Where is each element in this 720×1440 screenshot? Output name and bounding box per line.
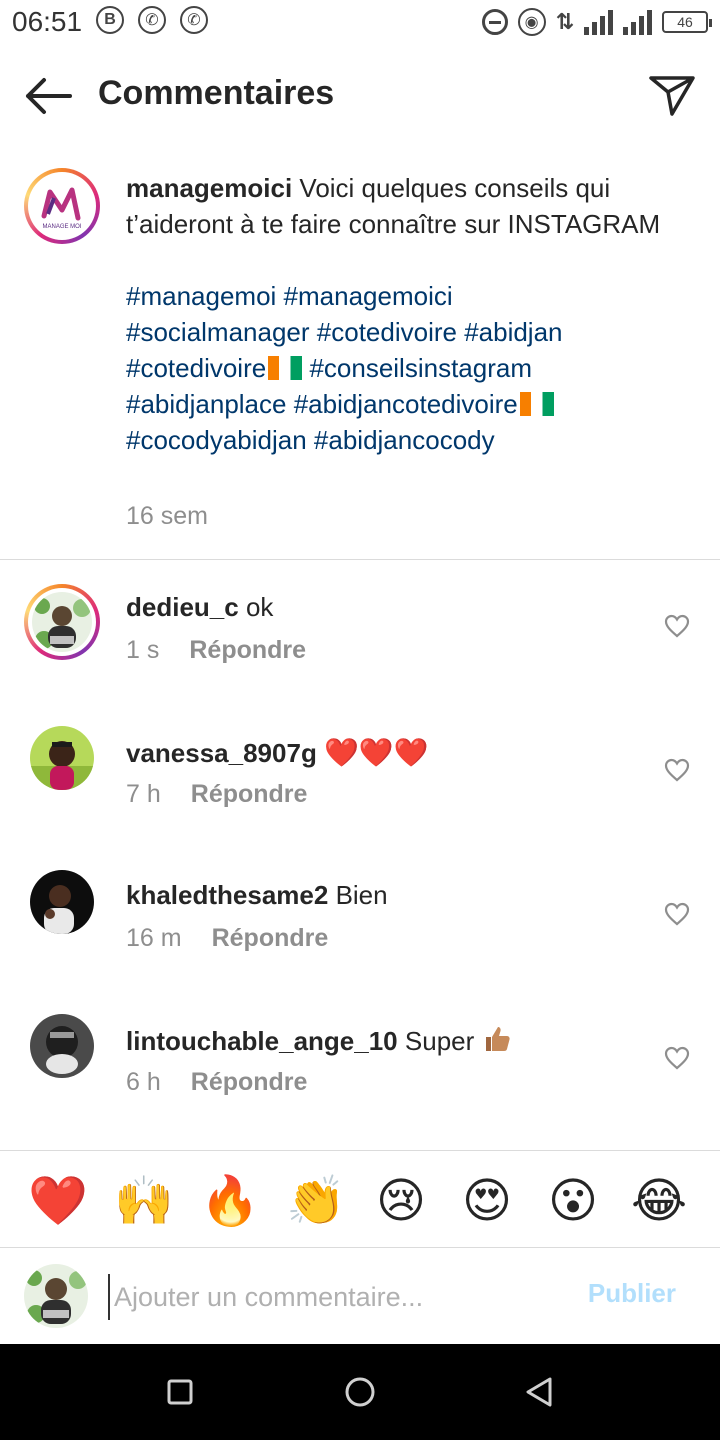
hashtag-line[interactable]: #cotedivoire xyxy=(126,353,266,383)
surprised-face-emoji-icon[interactable]: 😮 xyxy=(544,1173,602,1231)
comment-timestamp: 7 h xyxy=(126,780,161,808)
status-bar: 06:51 B ✆ ✆ ◉ ⇅ 46 xyxy=(0,0,720,48)
reply-button[interactable]: Répondre xyxy=(212,924,329,952)
comment-input[interactable] xyxy=(108,1274,556,1320)
system-icons: ◉ ⇅ 46 xyxy=(481,8,712,36)
reply-button[interactable]: Répondre xyxy=(191,780,308,808)
hashtag-line[interactable]: #cocodyabidjan #abidjancocody xyxy=(126,422,696,458)
hotspot-icon: ◉ xyxy=(517,8,546,36)
reply-button[interactable]: Répondre xyxy=(189,636,306,664)
share-send-icon[interactable] xyxy=(648,74,696,118)
comment-text: ❤️❤️❤️ xyxy=(324,737,429,768)
comment-text: Super xyxy=(404,1026,475,1056)
comment-username[interactable]: lintouchable_ange_10 xyxy=(126,1026,398,1056)
logo-text: MANAGE MOI xyxy=(42,224,81,230)
comment-timestamp: 1 s xyxy=(126,636,160,664)
commenter-avatar[interactable] xyxy=(24,584,100,660)
comment-timestamp: 6 h xyxy=(126,1068,161,1096)
red-heart-emoji-icon[interactable]: ❤️ xyxy=(28,1173,88,1231)
header: Commentaires xyxy=(0,48,720,144)
raising-hands-emoji-icon[interactable]: 🙌 xyxy=(114,1173,174,1231)
comment-text: Bien xyxy=(335,880,388,910)
back-triangle-icon[interactable] xyxy=(520,1372,560,1412)
hashtag-line[interactable]: #managemoi #managemoici xyxy=(126,278,696,314)
manage-moi-logo-icon: MANAGE MOI xyxy=(32,176,92,236)
like-heart-icon[interactable] xyxy=(664,1046,690,1070)
status-time: 06:51 xyxy=(12,6,83,37)
like-heart-icon[interactable] xyxy=(664,758,690,782)
caption-body: managemoici Voici quelques conseils qui … xyxy=(126,170,696,458)
post-caption: MANAGE MOI managemoici Voici quelques co… xyxy=(0,144,720,560)
comment-item: dedieu_c ok 1 s Répondre xyxy=(0,566,720,710)
current-user-avatar xyxy=(24,1264,88,1328)
hashtag-line[interactable]: #abidjanplace #abidjancotedivoire xyxy=(126,389,518,419)
battery-icon: 46 xyxy=(662,11,712,33)
emoji-quick-reactions: ❤️ 🙌 🔥 👏 😢 😍 😮 😂 xyxy=(0,1150,720,1248)
whatsapp-icon: ✆ xyxy=(138,6,166,34)
back-arrow-icon[interactable] xyxy=(22,76,74,116)
like-heart-icon[interactable] xyxy=(664,614,690,638)
recent-apps-square-icon[interactable] xyxy=(160,1372,200,1412)
signal-icon xyxy=(623,9,652,35)
whatsapp-icon: ✆ xyxy=(180,6,208,34)
do-not-disturb-icon xyxy=(481,9,508,35)
comment-item: khaledthesame2 Bien 16 m Répondre xyxy=(0,854,720,998)
data-transfer-icon: ⇅ xyxy=(555,9,574,34)
thumbs-up-icon xyxy=(482,1024,512,1054)
caption-hashtags: #managemoi #managemoici #socialmanager #… xyxy=(126,278,696,458)
commenter-avatar[interactable] xyxy=(30,870,94,934)
tears-of-joy-emoji-icon[interactable]: 😂 xyxy=(630,1173,688,1231)
commenter-avatar[interactable] xyxy=(30,1014,94,1078)
comment-item: vanessa_8907g ❤️❤️❤️ 7 h Répondre xyxy=(0,710,720,854)
clapping-hands-emoji-icon[interactable]: 👏 xyxy=(286,1173,346,1231)
caption-username[interactable]: managemoici xyxy=(126,173,292,203)
cote-divoire-flag-icon xyxy=(268,356,303,380)
reply-button[interactable]: Répondre xyxy=(191,1068,308,1096)
fire-emoji-icon[interactable]: 🔥 xyxy=(200,1173,260,1231)
publish-button[interactable]: Publier xyxy=(588,1278,676,1309)
comment-username[interactable]: dedieu_c xyxy=(126,592,239,622)
caption-timestamp: 16 sem xyxy=(126,502,208,530)
comment-username[interactable]: khaledthesame2 xyxy=(126,880,328,910)
comment-timestamp: 16 m xyxy=(126,924,182,952)
hashtag-line[interactable]: #socialmanager #cotedivoire #abidjan xyxy=(126,314,696,350)
cote-divoire-flag-icon xyxy=(519,392,554,416)
home-circle-icon[interactable] xyxy=(340,1372,380,1412)
like-heart-icon[interactable] xyxy=(664,902,690,926)
comment-item: lintouchable_ange_10 Super 6 h Répondre xyxy=(0,998,720,1142)
caption-avatar[interactable]: MANAGE MOI xyxy=(24,168,100,244)
hashtag-line[interactable]: #conseilsinstagram xyxy=(309,353,532,383)
heart-eyes-emoji-icon[interactable]: 😍 xyxy=(458,1173,516,1231)
commenter-avatar[interactable] xyxy=(30,726,94,790)
comment-username[interactable]: vanessa_8907g xyxy=(126,738,317,768)
comment-text: ok xyxy=(245,592,274,622)
page-title: Commentaires xyxy=(98,74,335,112)
crying-face-emoji-icon[interactable]: 😢 xyxy=(372,1173,430,1231)
notification-icons: B ✆ ✆ xyxy=(96,6,208,34)
system-navigation-bar xyxy=(0,1344,720,1440)
comment-composer: Publier xyxy=(0,1248,720,1344)
signal-h-plus-icon xyxy=(584,9,613,35)
b-app-icon: B xyxy=(96,6,124,34)
